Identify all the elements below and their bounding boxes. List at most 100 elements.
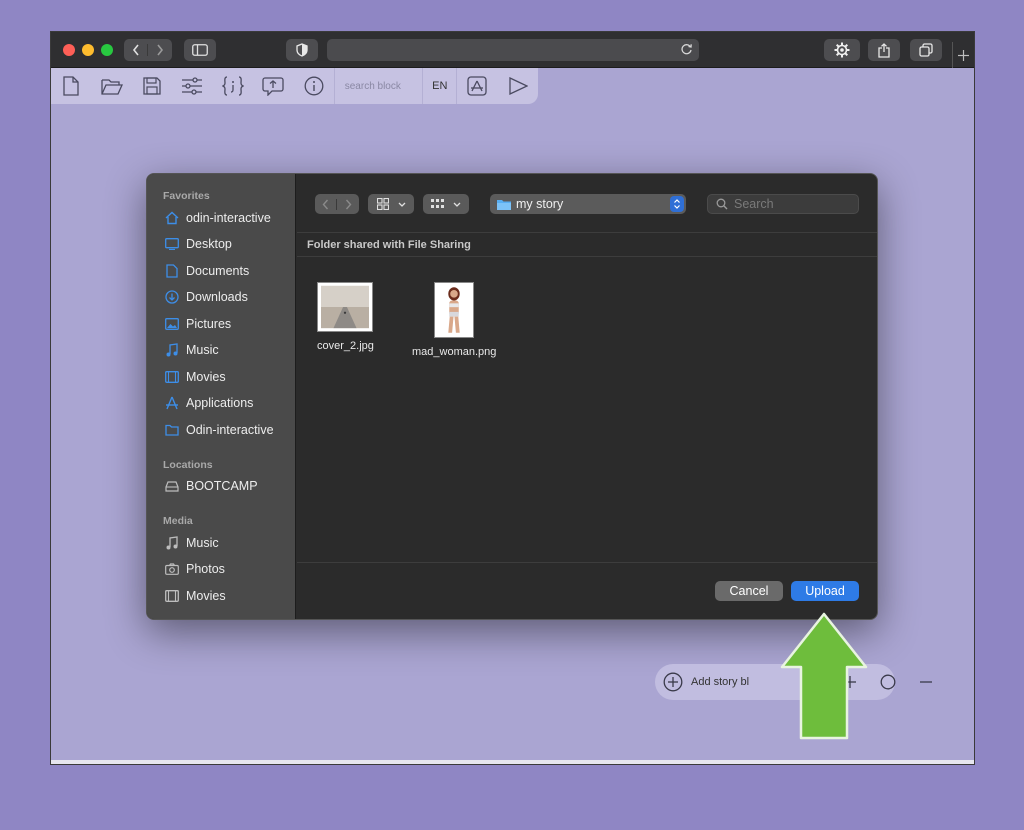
sidebar-item-documents[interactable]: Documents [164,260,292,282]
sidebar-item-media-music[interactable]: Music [164,532,292,554]
sidebar-item-label: Music [186,536,219,550]
search-block-input[interactable]: search block [333,68,424,104]
upload-button[interactable]: Upload [791,581,859,601]
zoom-window-button[interactable] [101,44,113,56]
share-icon [878,42,890,58]
file-thumbnail-road [317,282,374,332]
json-braces-icon [221,76,244,96]
sidebar-item-label: odin-interactive [186,211,271,225]
privacy-shield-button[interactable] [286,39,318,61]
play-icon [509,77,528,95]
sidebar-item-media-movies[interactable]: Movies [164,585,292,607]
divider [297,256,877,257]
file-thumbnail-portrait [434,282,475,338]
movies-icon [164,588,180,604]
new-file-icon [63,76,79,96]
app-store-icon [467,76,488,96]
home-icon [164,210,180,226]
sidebar-item-desktop[interactable]: Desktop [164,233,292,255]
json-button[interactable] [213,68,253,104]
play-button[interactable] [498,68,538,104]
sidebar-item-label: Photos [186,562,225,576]
sidebar-item-label: Desktop [186,237,232,251]
drive-icon [164,478,180,494]
search-placeholder: Search [734,197,774,211]
camera-icon [164,561,180,577]
cancel-button[interactable]: Cancel [715,581,783,601]
back-icon[interactable] [315,198,337,210]
sidebar-item-home[interactable]: odin-interactive [164,207,292,229]
open-folder-button[interactable] [91,68,131,104]
story-editor-toolbar: search block EN [51,68,538,104]
open-folder-icon [100,79,123,95]
app-store-button[interactable] [457,68,497,104]
document-icon [164,263,180,279]
back-icon[interactable] [124,44,148,56]
add-story-block-button[interactable]: Add story bl [663,672,749,692]
new-tab-button[interactable] [952,42,974,68]
group-grid-icon [431,199,444,208]
chevron-down-icon [398,202,405,207]
chevron-down-icon [453,202,461,207]
music-icon [164,535,180,551]
desktop-icon [164,236,180,252]
save-icon [143,77,161,95]
sidebar-toggle-button[interactable] [184,39,216,61]
file-item[interactable]: mad_woman.png [412,282,496,358]
plus-icon [958,49,969,61]
sidebar-item-music[interactable]: Music [164,339,292,361]
zoom-out-icon[interactable] [917,673,935,691]
locations-heading: Locations [163,459,213,471]
info-button[interactable] [293,68,333,104]
sidebar-item-label: Music [186,343,219,357]
new-file-button[interactable] [51,68,91,104]
address-bar[interactable] [327,39,699,61]
favorites-heading: Favorites [163,190,210,202]
reload-icon[interactable] [680,43,693,61]
sidebar-item-odin-folder[interactable]: Odin-interactive [164,419,292,441]
settings-sliders-button[interactable] [172,68,212,104]
upload-bubble-icon [262,77,284,96]
sidebar-item-label: Downloads [186,290,248,304]
sidebar-item-label: Odin-interactive [186,423,274,437]
save-button[interactable] [132,68,172,104]
sidebar-item-movies[interactable]: Movies [164,366,292,388]
sidebar-item-label: Applications [186,396,254,410]
zoom-reset-icon[interactable] [879,673,897,691]
dialog-history-buttons [315,194,359,214]
share-button[interactable] [868,39,900,61]
dialog-search-field[interactable]: Search [707,194,859,214]
language-selector[interactable]: EN [423,68,458,104]
folder-header: Folder shared with File Sharing [307,239,471,251]
forward-icon[interactable] [148,44,172,56]
history-nav-buttons [124,39,172,61]
dialog-main-pane: my story Search Folder shared with File … [297,174,877,619]
sidebar-item-pictures[interactable]: Pictures [164,313,292,335]
sidebar-item-downloads[interactable]: Downloads [164,286,292,308]
folder-path-popup[interactable]: my story [490,194,686,214]
upload-message-button[interactable] [253,68,293,104]
tabs-overview-button[interactable] [910,39,942,61]
sidebar-item-photos[interactable]: Photos [164,558,292,580]
add-story-block-label: Add story bl [691,676,750,688]
sidebar-item-label: Movies [186,370,226,384]
music-icon [164,342,180,358]
sidebar-item-label: Pictures [186,317,232,331]
close-window-button[interactable] [63,44,75,56]
sidebar-item-applications[interactable]: Applications [164,392,292,414]
group-view-button[interactable] [423,194,469,214]
sidebar-icon [192,44,208,56]
file-name: cover_2.jpg [317,340,374,352]
settings-button[interactable] [824,39,860,61]
forward-icon[interactable] [337,199,359,210]
plus-circle-icon [663,672,683,692]
minimize-window-button[interactable] [82,44,94,56]
media-heading: Media [163,515,193,527]
browser-titlebar [51,32,974,68]
gear-icon [834,42,850,58]
icon-view-button[interactable] [368,194,414,214]
file-item[interactable]: cover_2.jpg [317,282,374,352]
sliders-icon [182,77,203,95]
sidebar-item-bootcamp[interactable]: BOOTCAMP [164,475,292,497]
info-icon [304,76,323,96]
